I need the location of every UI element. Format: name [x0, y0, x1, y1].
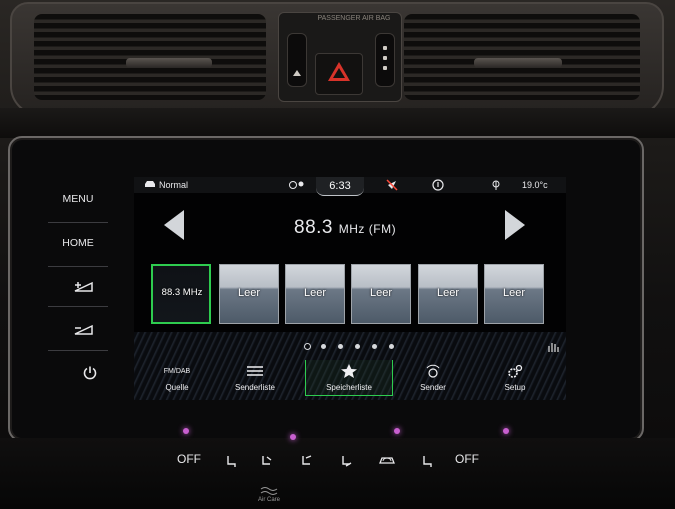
preset-button[interactable]: Leer	[219, 264, 279, 324]
seat-ventilation-icon[interactable]	[260, 454, 274, 468]
right-vent-adjuster[interactable]	[474, 58, 562, 68]
station-list-menu-item[interactable]: Senderliste	[219, 360, 291, 395]
dashboard-trim	[0, 108, 675, 138]
broadcast-icon	[426, 364, 440, 378]
station-label: Sender	[420, 383, 446, 392]
left-vent-adjuster[interactable]	[126, 58, 212, 68]
roller-arrow-icon	[293, 70, 301, 76]
left-vent-roller[interactable]	[287, 33, 307, 87]
side-separator	[48, 350, 108, 351]
page-dot[interactable]	[338, 344, 343, 349]
source-label: Quelle	[165, 383, 189, 392]
menu-button[interactable]: MENU	[53, 193, 103, 205]
preset-label: Leer	[502, 287, 526, 299]
status-bar: Normal 6:33 19.0°c	[134, 177, 566, 196]
preset-button[interactable]: Leer	[351, 264, 411, 324]
right-air-vent	[404, 14, 640, 100]
ambient-light	[503, 428, 509, 434]
setup-label: Setup	[504, 383, 526, 392]
frequency-display: 88.3 MHz (FM)	[294, 217, 396, 239]
airflow-upper-icon[interactable]	[300, 454, 314, 468]
navigation-muted-icon	[386, 179, 398, 191]
power-icon[interactable]	[82, 365, 98, 381]
page-dot[interactable]	[321, 344, 326, 349]
right-seat-heating-icon[interactable]	[420, 454, 434, 468]
phone-signal-icon	[492, 180, 500, 190]
roller-dot-icon	[383, 56, 387, 60]
previous-station-arrow-icon[interactable]	[164, 210, 184, 240]
outside-temperature: 19.0°c	[522, 180, 548, 190]
page-dot[interactable]	[372, 344, 377, 349]
frequency-unit: MHz (FM)	[338, 222, 397, 236]
ambient-light	[290, 434, 296, 440]
driving-profile-label: Normal	[159, 180, 189, 190]
side-separator	[48, 266, 108, 267]
volume-down-icon[interactable]	[72, 322, 96, 338]
star-icon	[341, 364, 357, 378]
ambient-light	[394, 428, 400, 434]
preset-label: Leer	[237, 287, 261, 299]
volume-up-icon[interactable]	[72, 279, 96, 295]
car-dashboard-photo: PASSENGER AIR BAG MENU HOME Normal 6:33 …	[0, 0, 675, 509]
recirculation-icon[interactable]	[378, 454, 396, 468]
side-separator	[48, 222, 108, 223]
gear-icon	[508, 364, 523, 378]
source-band-label: FM/DAB	[163, 368, 191, 375]
preset-button[interactable]: 88.3 MHz	[151, 264, 211, 324]
right-vent-roller[interactable]	[375, 33, 395, 87]
hazard-button[interactable]	[315, 53, 363, 95]
air-vent-panel: PASSENGER AIR BAG	[10, 2, 664, 116]
page-dot-current	[304, 343, 311, 350]
air-care-label: Air Care	[258, 497, 281, 503]
left-climate-off-button[interactable]: OFF	[177, 452, 201, 466]
left-air-vent	[34, 14, 266, 100]
info-icon	[432, 179, 444, 191]
preset-button[interactable]: Leer	[418, 264, 478, 324]
seat-heating-icon[interactable]	[224, 454, 238, 468]
hazard-control-cluster: PASSENGER AIR BAG	[278, 12, 402, 102]
car-profile-icon	[145, 181, 155, 187]
page-indicator	[304, 343, 404, 352]
airbag-status-label: PASSENGER AIR BAG	[317, 15, 391, 22]
climate-control-panel	[0, 428, 675, 509]
next-station-arrow-icon[interactable]	[505, 210, 525, 240]
page-dot[interactable]	[355, 344, 360, 349]
bottom-menu-bar: FM/DAB Quelle Senderliste Speicherliste	[134, 360, 566, 400]
preset-row: 88.3 MHz Leer Leer Leer Leer Leer	[151, 264, 549, 324]
preset-label: 88.3 MHz	[161, 287, 203, 298]
ambient-light	[183, 428, 189, 434]
home-button[interactable]: HOME	[53, 237, 103, 249]
hand-gesture-icon	[548, 343, 559, 352]
hazard-triangle-icon	[328, 62, 350, 81]
memory-list-label: Speicherliste	[326, 383, 372, 392]
air-care-icon[interactable]	[260, 486, 278, 496]
frequency-value: 88.3	[294, 217, 333, 238]
preset-label: Leer	[436, 287, 460, 299]
station-menu-item[interactable]: Sender	[397, 360, 469, 395]
preset-label: Leer	[369, 287, 393, 299]
assistant-icon	[289, 181, 304, 189]
list-icon	[247, 366, 263, 376]
preset-label: Leer	[303, 287, 327, 299]
clock: 6:33	[316, 177, 364, 196]
memory-list-menu-item[interactable]: Speicherliste	[305, 360, 393, 396]
airflow-lower-icon[interactable]	[340, 454, 354, 468]
page-dot[interactable]	[389, 344, 394, 349]
roller-dot-icon	[383, 46, 387, 50]
preset-button[interactable]: Leer	[484, 264, 544, 324]
right-climate-off-button[interactable]: OFF	[455, 452, 479, 466]
infotainment-screen: Normal 6:33 19.0°c 88.3 MHz (FM) 88.3 MH…	[134, 177, 566, 400]
source-menu-item[interactable]: FM/DAB Quelle	[141, 360, 213, 395]
setup-menu-item[interactable]: Setup	[479, 360, 551, 395]
side-separator	[48, 306, 108, 307]
roller-dot-icon	[383, 66, 387, 70]
preset-button[interactable]: Leer	[285, 264, 345, 324]
station-list-label: Senderliste	[234, 383, 276, 392]
